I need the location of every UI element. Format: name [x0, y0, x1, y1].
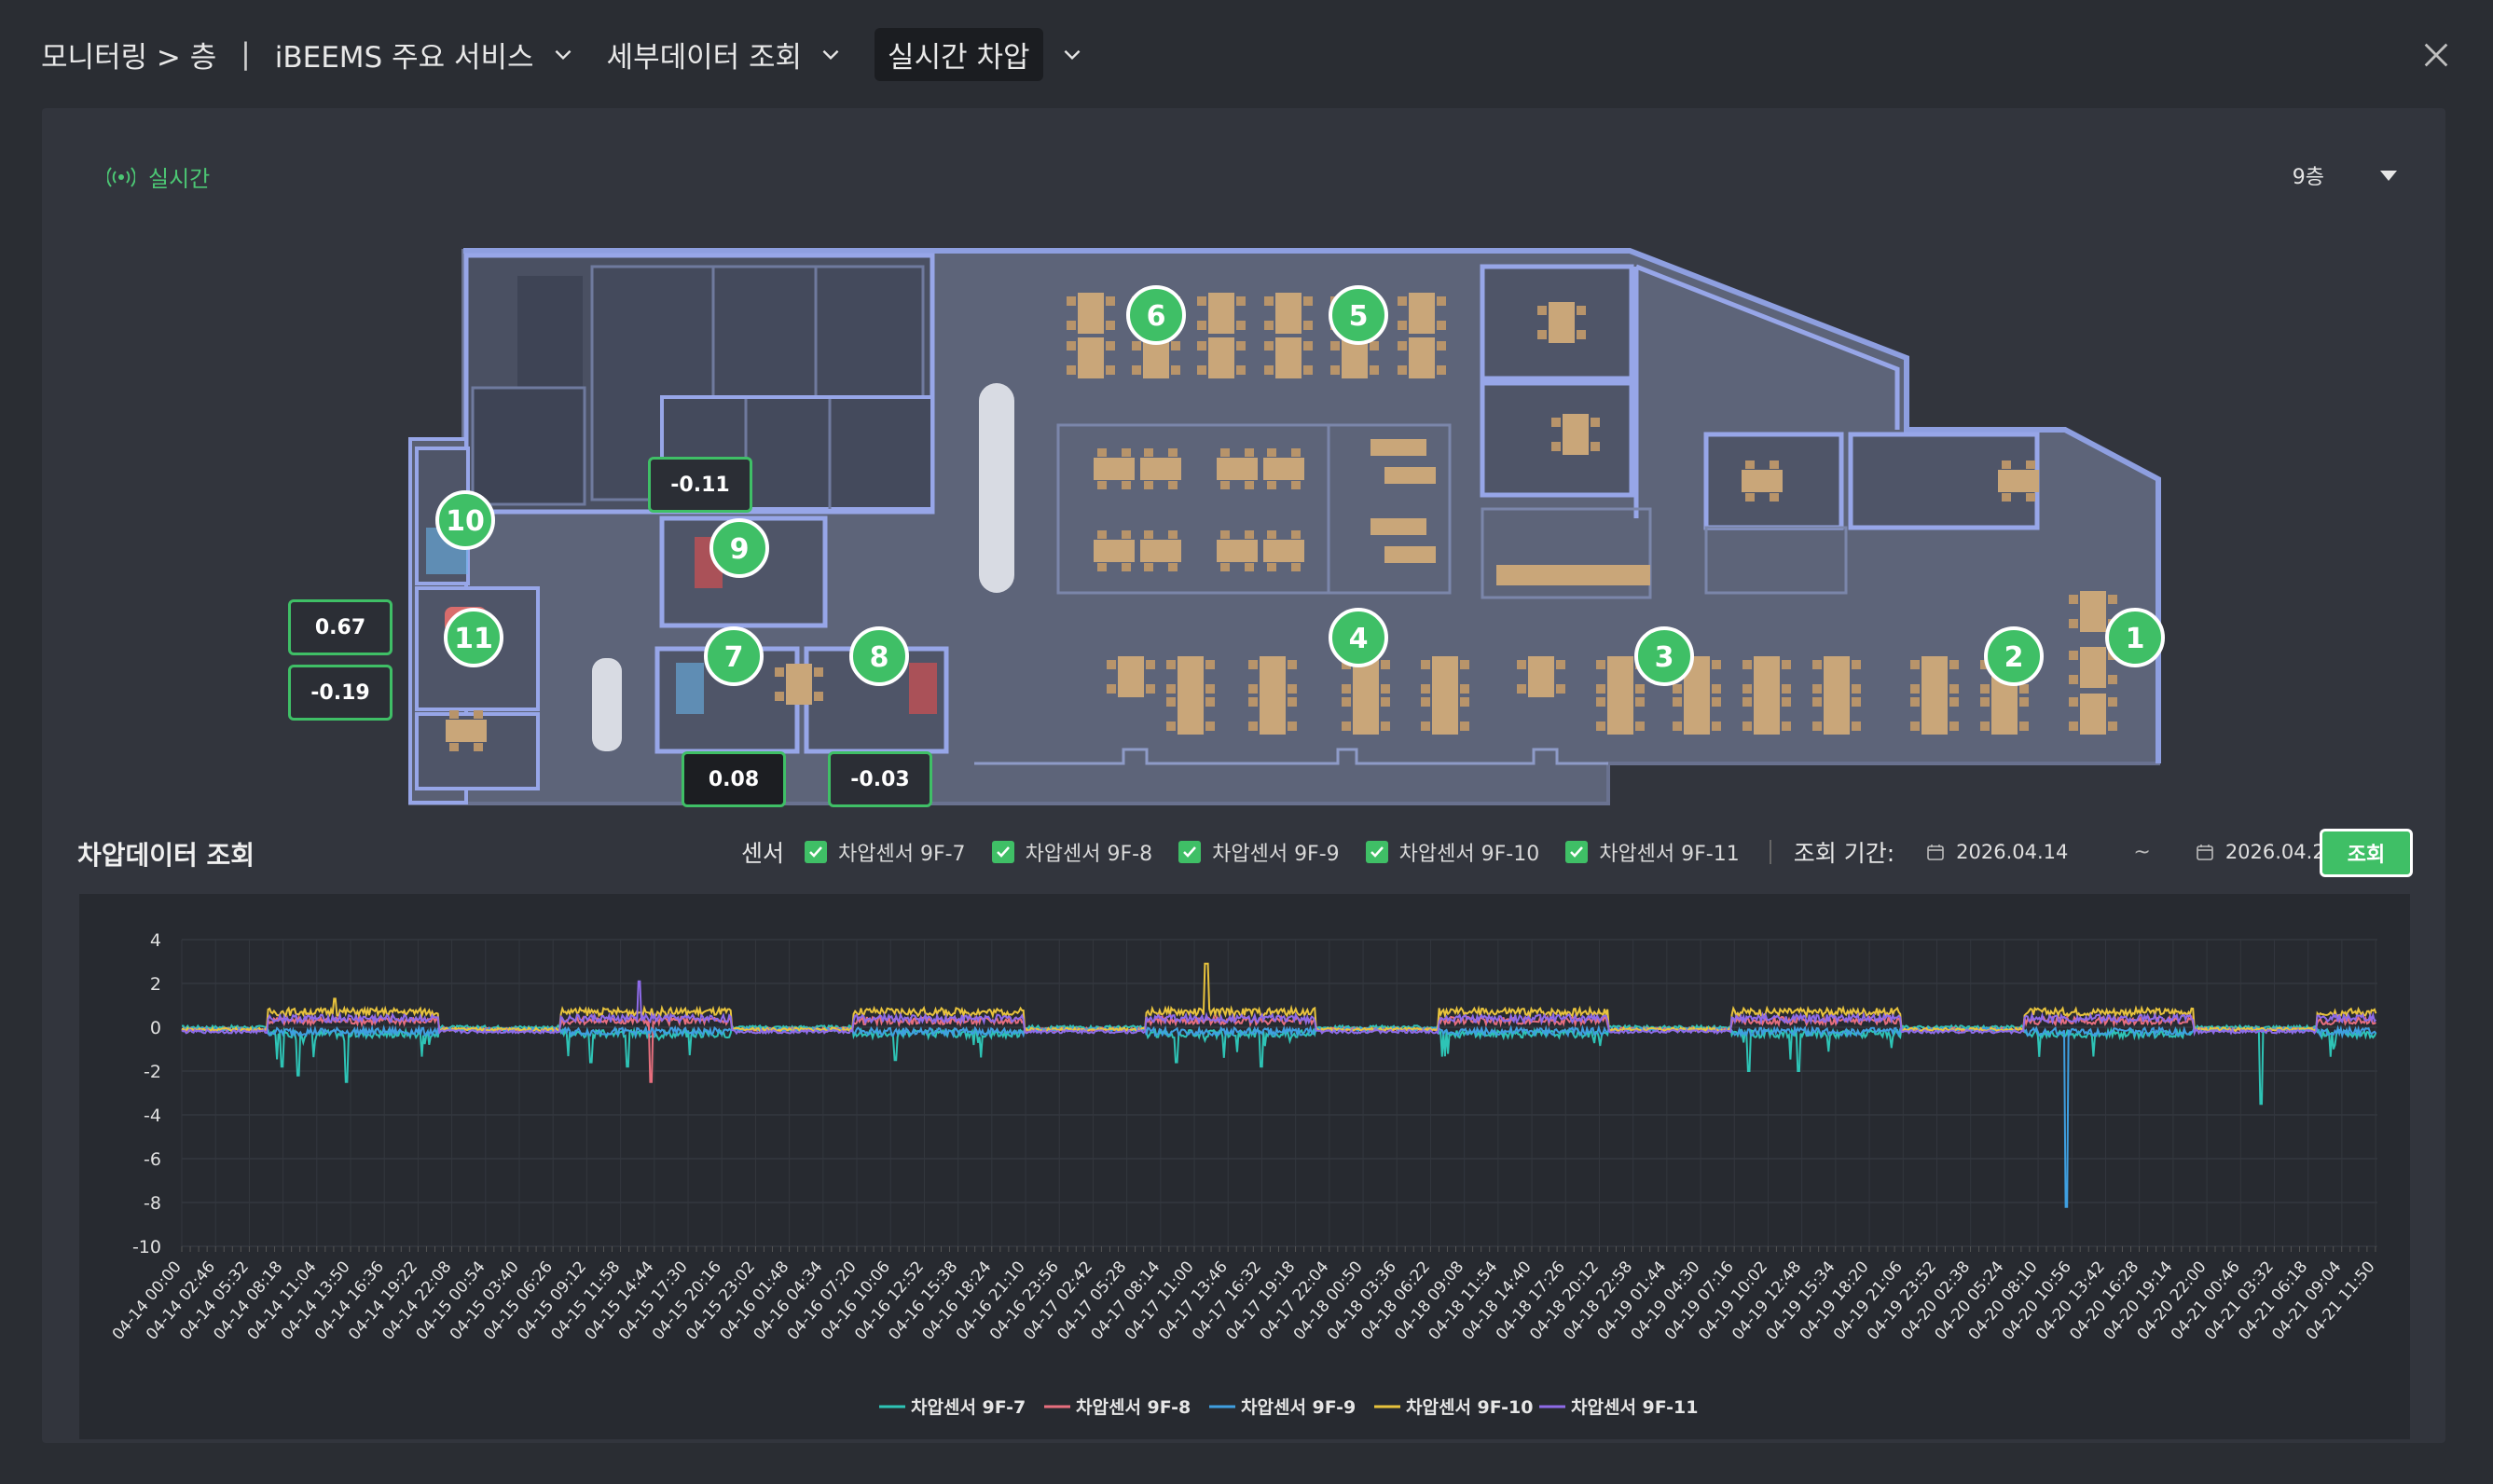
sensor-marker-6[interactable]: 6	[1126, 285, 1186, 345]
sensor-value-box: -0.19	[288, 665, 393, 721]
sensor-marker-label: 3	[1655, 641, 1674, 674]
sensor-marker-4[interactable]: 4	[1329, 608, 1388, 667]
service-dropdown[interactable]: iBEEMS 주요 서비스	[275, 34, 575, 76]
chevron-down-icon	[822, 49, 839, 61]
series-line-9	[181, 1024, 2377, 1208]
sensor-marker-label: 9	[730, 533, 750, 566]
legend-label: 차압센서 9F-10	[1406, 1397, 1533, 1418]
header-bar: 모니터링 > 층 | iBEEMS 주요 서비스 세부데이터 조회 실시간 차압	[0, 0, 2493, 108]
floor-select[interactable]: 9층	[2293, 160, 2397, 190]
y-tick-label: 4	[150, 930, 161, 951]
sensor-checkbox-9f-7[interactable]: 차압센서 9F-7	[805, 837, 966, 867]
sensor-marker-5[interactable]: 5	[1329, 285, 1388, 345]
legend-label: 차압센서 9F-7	[911, 1397, 1026, 1418]
query-title: 차압데이터 조회	[77, 840, 255, 871]
sensor-checkbox-label: 차압센서 9F-9	[1212, 843, 1340, 866]
sensor-marker-10[interactable]: 10	[435, 490, 495, 550]
sensor-value-box: -0.11	[648, 457, 752, 513]
pressure-chart: 4 2 0 -2 -4 -6 -8 -10 04-14 00:00 04-14 02:46 04-1…	[79, 894, 2410, 1439]
check-icon	[1178, 841, 1202, 863]
sensor-checkbox-label: 차압센서 9F-10	[1398, 843, 1540, 866]
y-tick-label: -10	[132, 1237, 161, 1257]
calendar-icon	[1927, 845, 1944, 860]
chart-legend: 차압센서 9F-7 차압센서 9F-8 차압센서 9F-9 차압센서 9F-10 차압센…	[879, 1397, 1698, 1418]
legend-label: 차압센서 9F-11	[1571, 1397, 1698, 1418]
date-from-picker[interactable]: 2026.04.14	[1926, 841, 2068, 863]
divider	[1769, 840, 1771, 864]
sensor-value-box: 0.08	[682, 751, 786, 807]
y-tick-label: -6	[144, 1149, 161, 1170]
pressure-chart-svg: 420-2-4-6-8-1004-14 00:0004-14 02:4604-1…	[109, 930, 2379, 1418]
detail-dropdown[interactable]: 세부데이터 조회	[607, 34, 844, 76]
sensor-marker-11[interactable]: 11	[444, 608, 503, 667]
app-root: 모니터링 > 층 | iBEEMS 주요 서비스 세부데이터 조회 실시간 차압…	[0, 0, 2493, 1484]
realtime-label: 실시간	[148, 166, 211, 192]
view-dropdown-label: 실시간 차압	[875, 27, 1043, 81]
caret-down-icon	[2380, 170, 2397, 181]
y-tick-label: 0	[150, 1018, 161, 1038]
breadcrumb-separator: |	[241, 37, 251, 71]
check-icon	[991, 841, 1014, 863]
date-range-tilde: ~	[2133, 840, 2151, 864]
chevron-down-icon	[1064, 49, 1080, 61]
floor-select-value: 9층	[2292, 166, 2324, 189]
date-to-picker[interactable]: 2026.04.21	[2196, 841, 2337, 863]
sensor-checkbox-9f-8[interactable]: 차압센서 9F-8	[991, 837, 1153, 867]
sensor-checkbox-label: 차압센서 9F-8	[1025, 843, 1153, 866]
sensor-marker-label: 7	[724, 641, 744, 674]
y-tick-label: -4	[144, 1106, 161, 1126]
date-from-value: 2026.04.14	[1956, 841, 2069, 863]
check-icon	[805, 841, 828, 863]
sensor-value-box: -0.03	[828, 751, 932, 807]
sensor-checkbox-label: 차압센서 9F-7	[838, 843, 966, 866]
sensor-marker-label: 8	[870, 641, 889, 674]
legend-label: 차압센서 9F-9	[1241, 1397, 1356, 1418]
sensor-marker-label: 6	[1147, 300, 1166, 333]
chart-grid	[181, 939, 2377, 1252]
sensor-checkbox-9f-11[interactable]: 차압센서 9F-11	[1565, 837, 1740, 867]
breadcrumb: 모니터링 > 층	[41, 40, 217, 75]
y-tick-label: 2	[150, 974, 161, 995]
series-line-11	[181, 980, 2377, 1037]
view-dropdown[interactable]: 실시간 차압	[875, 27, 1083, 81]
period-label: 조회 기간:	[1793, 840, 1895, 867]
sensor-marker-3[interactable]: 3	[1634, 626, 1694, 686]
sensor-checkbox-9f-10[interactable]: 차압센서 9F-10	[1365, 837, 1540, 867]
sensor-checkbox-label: 차압센서 9F-11	[1599, 843, 1740, 866]
check-icon	[1565, 841, 1589, 863]
y-tick-label: -2	[144, 1062, 161, 1082]
service-dropdown-label: iBEEMS 주요 서비스	[274, 40, 534, 75]
sensor-marker-label: 2	[2004, 641, 2024, 674]
series-line-7	[181, 1023, 2377, 1106]
main-panel: 실시간 9층 1 2 3 4 5 6 7 8 9 10 11 -0.11 0.6…	[42, 108, 2445, 1443]
check-icon	[1365, 841, 1388, 863]
sensor-marker-label: 5	[1349, 300, 1369, 333]
sensor-marker-8[interactable]: 8	[849, 626, 909, 686]
sensor-marker-1[interactable]: 1	[2105, 608, 2165, 667]
query-button[interactable]: 조회	[2320, 829, 2413, 877]
query-bar: 센서 차압센서 9F-7 차압센서 9F-8 차압센서 9F-9 차압센서 9F…	[741, 826, 2403, 878]
broadcast-icon	[107, 166, 135, 187]
calendar-icon	[2197, 845, 2213, 860]
realtime-indicator: 실시간	[107, 160, 210, 193]
detail-dropdown-label: 세부데이터 조회	[606, 40, 803, 75]
close-icon[interactable]	[2420, 39, 2452, 71]
sensor-checkbox-9f-9[interactable]: 차압센서 9F-9	[1178, 837, 1340, 867]
chevron-down-icon	[555, 49, 571, 61]
legend-label: 차압센서 9F-8	[1076, 1397, 1191, 1418]
sensor-marker-9[interactable]: 9	[709, 518, 769, 578]
sensor-value-box: 0.67	[288, 599, 393, 655]
sensor-marker-label: 11	[454, 623, 493, 655]
sensor-label: 센서	[741, 840, 785, 867]
sensor-marker-7[interactable]: 7	[704, 626, 764, 686]
sensor-marker-label: 1	[2126, 623, 2145, 655]
sensor-marker-label: 4	[1349, 623, 1369, 655]
y-tick-label: -8	[144, 1193, 161, 1214]
floor-plan: 1 2 3 4 5 6 7 8 9 10 11	[408, 248, 2165, 805]
sensor-marker-label: 10	[446, 505, 485, 538]
sensor-marker-2[interactable]: 2	[1984, 626, 2044, 686]
